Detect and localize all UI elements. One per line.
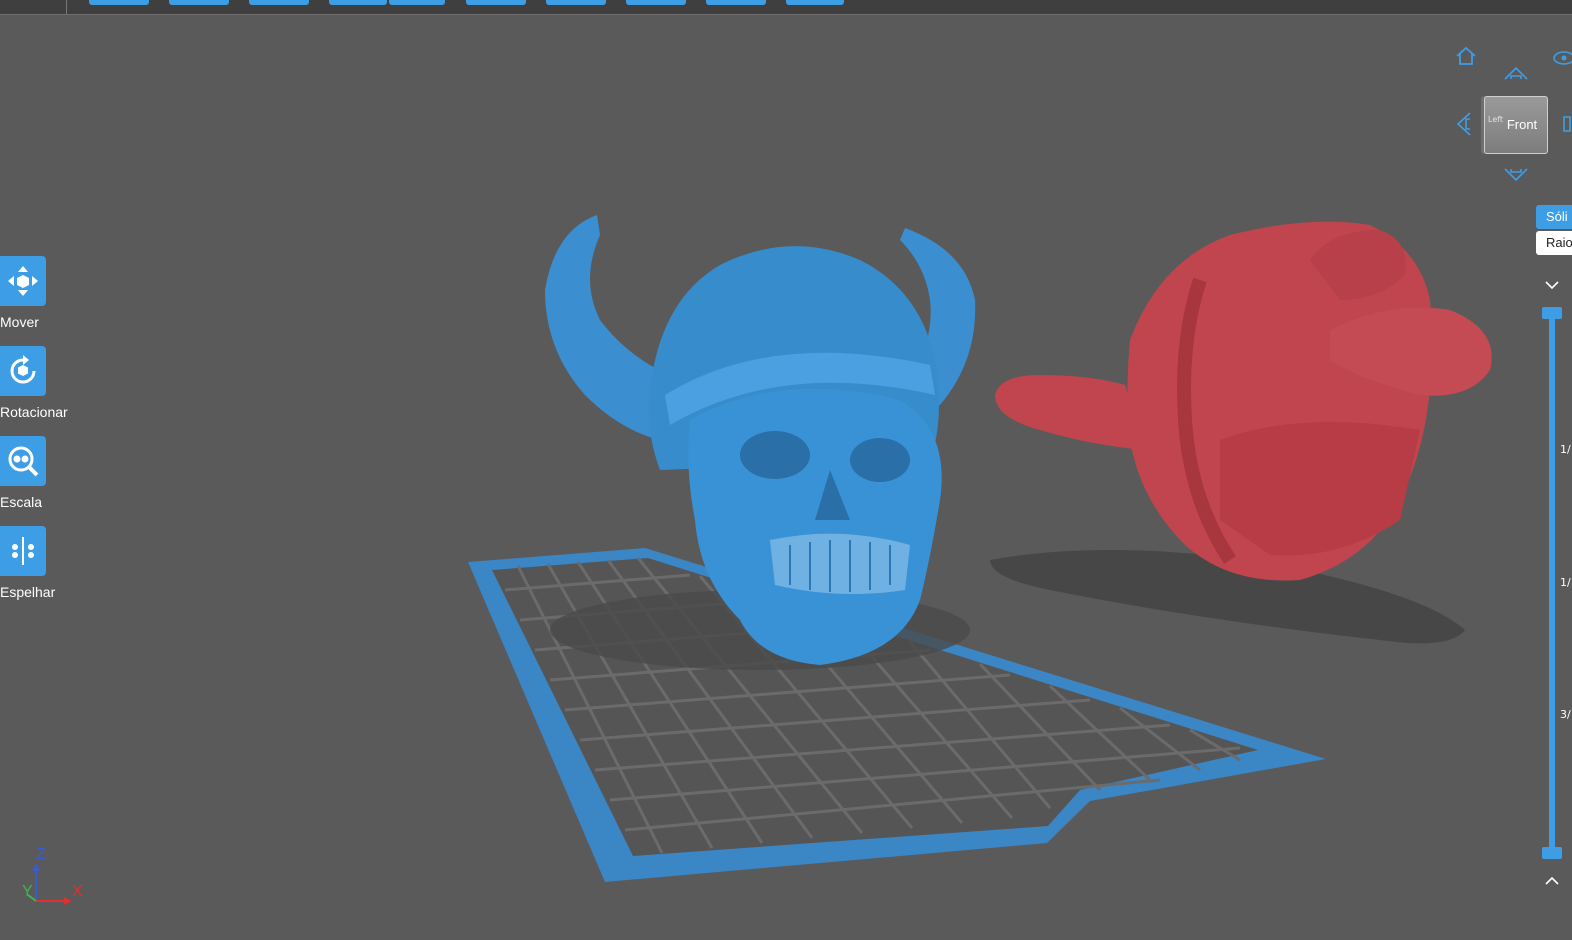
toolbar-separator	[66, 0, 67, 14]
rotate-button[interactable]	[0, 346, 46, 396]
layer-slider-track[interactable]	[1549, 312, 1555, 856]
layer-tick-1: 1/	[1560, 443, 1571, 456]
toolbar-button-5[interactable]	[389, 0, 445, 5]
render-mode-solid[interactable]: Sóli	[1536, 205, 1572, 229]
rotate-icon	[10, 355, 36, 384]
scale-label: Escala	[0, 494, 43, 510]
render-mode-xray[interactable]: Raio	[1536, 231, 1572, 255]
arrow-right-icon[interactable]	[1556, 111, 1572, 137]
layer-slider-top-handle[interactable]	[1542, 307, 1562, 319]
move-button[interactable]	[0, 256, 46, 306]
layer-tick-2: 1/	[1560, 576, 1571, 589]
toolbar-button-8[interactable]	[626, 0, 686, 5]
toolbar-button-7[interactable]	[546, 0, 606, 5]
move-label: Mover	[0, 314, 39, 330]
toolbar-button-3[interactable]	[249, 0, 309, 5]
toolbar-button-2[interactable]	[169, 0, 229, 5]
axis-y-label: Y	[22, 883, 33, 900]
toolbar-button-4[interactable]	[329, 0, 387, 5]
scale-button[interactable]	[0, 436, 46, 486]
axis-z-label: Z	[36, 846, 46, 863]
toolbar-button-6[interactable]	[466, 0, 526, 5]
mirror-button[interactable]	[0, 526, 46, 576]
chevron-down-icon[interactable]	[1543, 279, 1561, 291]
toolbar-button-1[interactable]	[89, 0, 149, 5]
home-icon[interactable]	[1454, 45, 1478, 67]
toolbar-button-10[interactable]	[786, 0, 844, 5]
eye-icon[interactable]	[1552, 50, 1572, 66]
move-icon	[8, 266, 38, 296]
layer-tick-3: 3/	[1560, 708, 1571, 721]
scene-canvas[interactable]	[0, 15, 1572, 940]
3d-viewport[interactable]: Mover Rotacionar Escala Espelhar Left Fr…	[0, 15, 1572, 940]
mirror-label: Espelhar	[0, 584, 56, 600]
rotate-label: Rotacionar	[0, 404, 68, 420]
layer-slider-bottom-handle[interactable]	[1542, 847, 1562, 859]
view-cube[interactable]: Left Front	[1484, 96, 1548, 154]
scale-icon	[8, 446, 39, 477]
arrow-up-icon[interactable]	[1503, 65, 1529, 81]
mirror-icon	[12, 537, 34, 565]
other-model-viking-skull[interactable]	[995, 221, 1492, 581]
arrow-left-icon[interactable]	[1454, 111, 1474, 137]
view-cube-front-label: Front	[1506, 117, 1538, 132]
toolbar-button-9[interactable]	[706, 0, 766, 5]
axis-x-label: X	[72, 883, 83, 900]
arrow-down-icon[interactable]	[1503, 167, 1529, 183]
chevron-up-icon[interactable]	[1543, 875, 1561, 887]
top-toolbar	[0, 0, 1572, 15]
